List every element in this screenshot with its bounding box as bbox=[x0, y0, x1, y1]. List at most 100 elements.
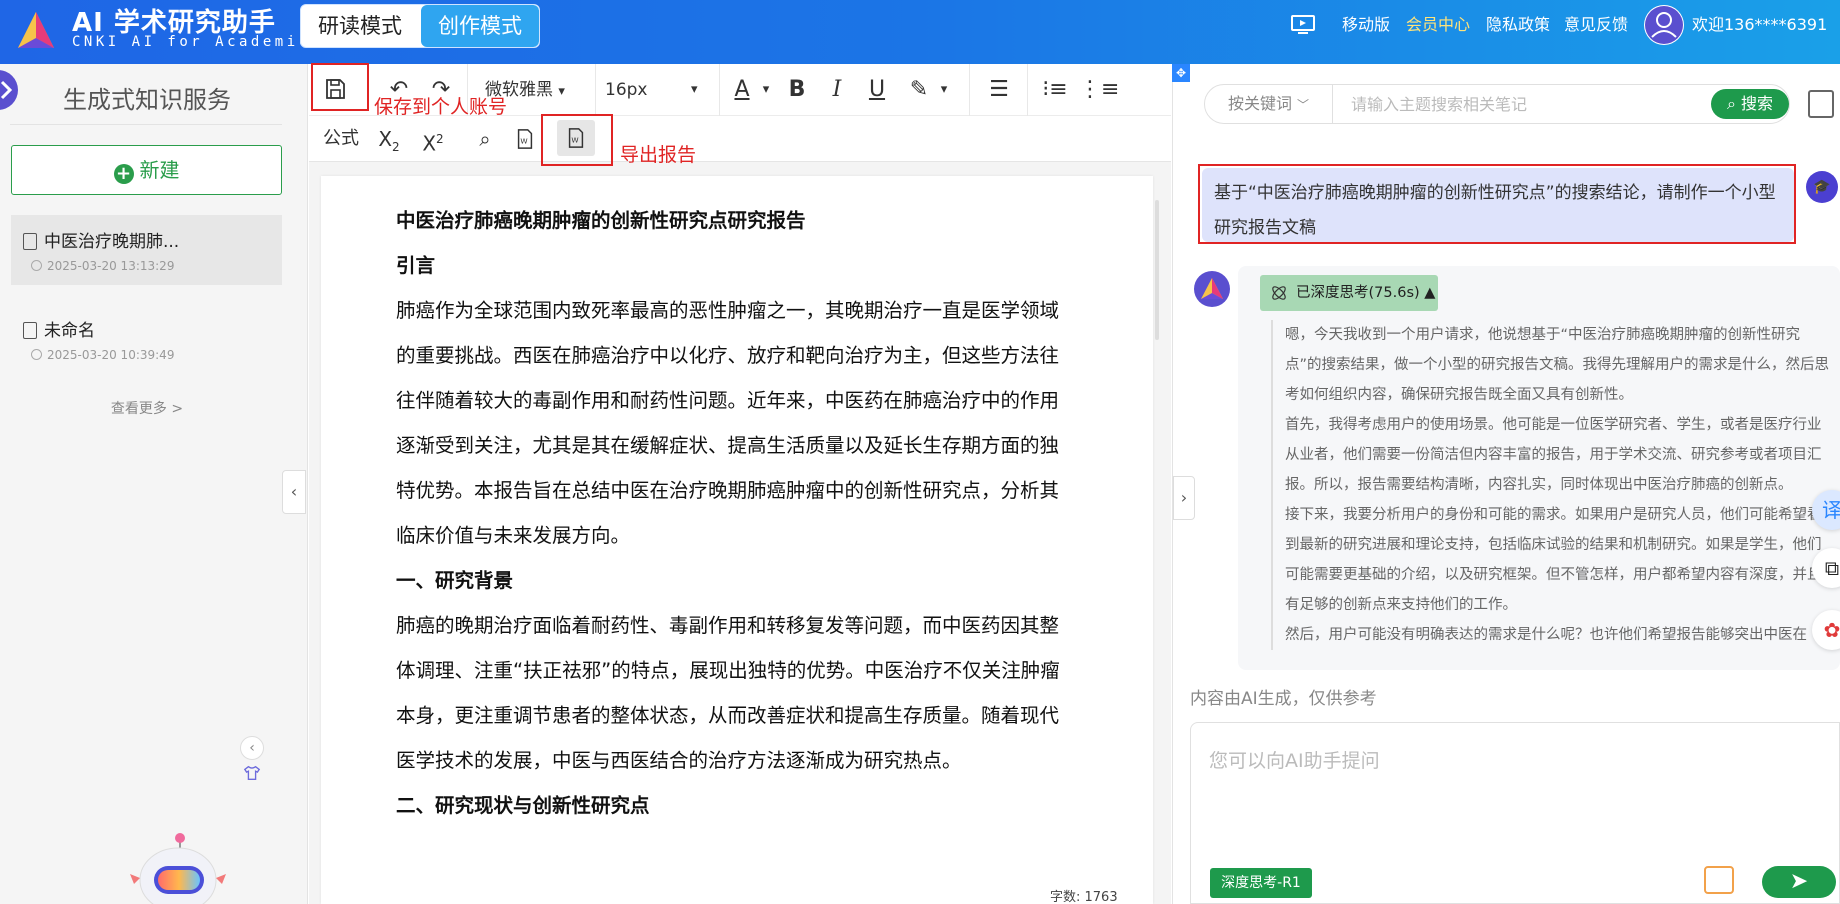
user-welcome-menu[interactable]: 欢迎136****6391 ▾ bbox=[1692, 0, 1840, 84]
assistant-avatar-icon bbox=[1194, 271, 1230, 307]
numbered-list-icon[interactable]: ⋮≡ bbox=[1079, 64, 1119, 116]
document-body[interactable]: 中医治疗肺癌晚期肿瘤的创新性研究点研究报告 引言 肺癌作为全球范围内致死率最高的… bbox=[396, 198, 1076, 828]
view-more-link[interactable]: 查看更多 > bbox=[0, 398, 294, 418]
keyword-select-value: 按关键词 bbox=[1227, 94, 1292, 113]
move-handle-icon[interactable]: ✥ bbox=[1172, 64, 1190, 82]
bullet-list-icon[interactable]: ⁝≡ bbox=[1037, 64, 1073, 116]
subscript-icon[interactable]: X2 bbox=[373, 116, 405, 162]
formula-button[interactable]: 公式 bbox=[319, 116, 363, 162]
toolbar-row-2: 公式 X2 X2 ⌕ W W bbox=[309, 116, 1171, 162]
chevron-down-icon: ﹀ bbox=[1297, 98, 1310, 112]
paragraph: 肺癌的晚期治疗面临着耐药性、毒副作用和转移复发等问题，而中医药因其整体调理、注重… bbox=[396, 614, 1060, 772]
robot-assistant-icon[interactable] bbox=[128, 830, 228, 904]
chevron-down-icon[interactable]: ▾ bbox=[935, 64, 953, 116]
toolbox-icon[interactable] bbox=[1704, 866, 1734, 894]
sidebar-collapse-button[interactable]: ‹ bbox=[282, 470, 306, 514]
doc-title: 中医治疗晚期肺... bbox=[44, 232, 180, 252]
nav-mobile[interactable]: 移动版 bbox=[1342, 0, 1390, 50]
search-input[interactable] bbox=[1351, 85, 1641, 123]
export-highlight-box bbox=[541, 114, 613, 166]
chevron-down-icon[interactable]: ▾ bbox=[757, 64, 775, 116]
note-search-bar: 按关键词 ﹀ ⌕ 搜索 bbox=[1204, 84, 1790, 124]
sidebar-title: 生成式知识服务 bbox=[63, 86, 231, 114]
section-heading: 二、研究现状与创新性研究点 bbox=[396, 794, 650, 817]
search-keyword-select[interactable]: 按关键词 ﹀ bbox=[1205, 85, 1333, 123]
plus-icon: + bbox=[113, 164, 134, 184]
app-subtitle: CNKI AI for Academic bbox=[72, 34, 311, 50]
cnki-logo-icon bbox=[18, 12, 54, 48]
document-icon bbox=[23, 233, 37, 250]
section-heading: 引言 bbox=[396, 254, 436, 277]
doc-list-item[interactable]: 未命名 2025-03-20 10:39:49 bbox=[11, 304, 282, 374]
svg-text:W: W bbox=[520, 137, 527, 146]
nav-privacy[interactable]: 隐私政策 bbox=[1486, 0, 1550, 50]
section-heading: 一、研究背景 bbox=[396, 569, 514, 592]
mode-switch: 研读模式 创作模式 bbox=[300, 4, 540, 48]
reasoning-paragraph: 接下来，我要分析用户的身份和可能的需求。如果用户是研究人员，他们可能希望看到最新… bbox=[1285, 507, 1822, 613]
deep-think-toggle[interactable]: 深度思考-R1 bbox=[1210, 868, 1312, 898]
document-icon bbox=[23, 322, 37, 339]
search-button[interactable]: ⌕ 搜索 bbox=[1711, 89, 1789, 119]
send-icon: ➤ bbox=[1789, 869, 1809, 894]
word-count: 字数: 1763 bbox=[1050, 890, 1118, 904]
word-import-icon[interactable]: W bbox=[509, 116, 541, 162]
reasoning-paragraph: 然后，用户可能没有明确表达的需求是什么呢？也许他们希望报告能够突出中医在 bbox=[1285, 627, 1807, 643]
toolbar-separator bbox=[595, 64, 596, 116]
sidebar-divider bbox=[10, 124, 282, 125]
user-icon bbox=[1645, 6, 1683, 44]
sidebar: 生成式知识服务 + 新建 中医治疗晚期肺... 2025-03-20 13:13:… bbox=[0, 64, 308, 904]
highlight-icon[interactable]: ✎ bbox=[901, 64, 937, 116]
mode-read-button[interactable]: 研读模式 bbox=[301, 5, 419, 47]
italic-icon[interactable]: I bbox=[819, 64, 855, 116]
nav-feedback[interactable]: 意见反馈 bbox=[1564, 0, 1628, 50]
reasoning-paragraph: 嗯，今天我收到一个用户请求，他说想基于“中医治疗肺癌晚期肿瘤的创新性研究点”的搜… bbox=[1285, 327, 1830, 403]
new-doc-label: 新建 bbox=[139, 158, 180, 182]
doc-time: 2025-03-20 13:13:29 bbox=[47, 259, 175, 273]
toolbar-separator bbox=[719, 64, 720, 116]
chevron-left-icon[interactable]: ‹ bbox=[240, 736, 264, 760]
shirt-icon[interactable] bbox=[240, 764, 264, 788]
document-title: 中医治疗肺癌晚期肿瘤的创新性研究点研究报告 bbox=[396, 209, 806, 232]
send-button[interactable]: ➤ bbox=[1762, 866, 1836, 898]
new-doc-button[interactable]: + 新建 bbox=[11, 145, 282, 195]
nav-member-center[interactable]: 会员中心 bbox=[1406, 0, 1470, 50]
reasoning-paragraph: 首先，我得考虑用户的使用场景。他可能是一位医学研究者、学生，或者是医疗行业从业者… bbox=[1285, 417, 1822, 493]
superscript-icon[interactable]: X2 bbox=[417, 116, 449, 162]
reasoning-text: 嗯，今天我收到一个用户请求，他说想基于“中医治疗肺癌晚期肿瘤的创新性研究点”的搜… bbox=[1271, 320, 1831, 650]
search-icon[interactable]: ⌕ bbox=[469, 116, 501, 162]
reasoning-toggle[interactable]: 已深度思考(75.6s) ▲ bbox=[1260, 275, 1438, 311]
export-annotation: 导出报告 bbox=[620, 144, 697, 166]
reasoning-panel: 已深度思考(75.6s) ▲ 嗯，今天我收到一个用户请求，他说想基于“中医治疗肺… bbox=[1238, 266, 1840, 670]
toolbar-separator bbox=[969, 64, 970, 116]
user-avatar[interactable] bbox=[1644, 5, 1684, 45]
message-highlight-box bbox=[1198, 164, 1796, 244]
doc-title: 未命名 bbox=[44, 321, 95, 341]
ask-input[interactable] bbox=[1209, 741, 1769, 781]
graduation-cap-icon: 🎓 bbox=[1806, 171, 1838, 203]
paragraph: 肺癌作为全球范围内致死率最高的恶性肿瘤之一，其晚期治疗一直是医学领域的重要挑战。… bbox=[396, 299, 1060, 547]
monitor-icon[interactable] bbox=[1290, 14, 1316, 36]
chevron-down-icon: ▾ bbox=[558, 84, 565, 99]
mode-create-button[interactable]: 创作模式 bbox=[421, 5, 539, 47]
assistant-collapse-button[interactable]: › bbox=[1173, 476, 1195, 520]
clock-icon bbox=[31, 260, 42, 271]
editor-panel: ↶ ↷ 微软雅黑 ▾ 16px ▾ A ▾ B I U ✎ ▾ ☰ ⁝≡ ⋮≡ … bbox=[309, 64, 1171, 904]
search-icon: ⌕ bbox=[1726, 94, 1736, 113]
bold-icon[interactable]: B bbox=[779, 64, 815, 116]
align-left-icon[interactable]: ☰ bbox=[981, 64, 1017, 116]
font-size-select[interactable]: 16px ▾ bbox=[605, 64, 709, 116]
underline-icon[interactable]: U bbox=[859, 64, 895, 116]
font-color-icon[interactable]: A bbox=[725, 64, 759, 116]
doc-time: 2025-03-20 10:39:49 bbox=[47, 348, 175, 362]
save-annotation: 保存到个人账号 bbox=[374, 96, 508, 118]
editor-scrollbar[interactable] bbox=[1155, 200, 1159, 340]
clock-icon bbox=[31, 349, 42, 360]
reasoning-label: 已深度思考(75.6s) ▲ bbox=[1296, 285, 1436, 301]
search-button-label: 搜索 bbox=[1741, 94, 1774, 113]
document-page[interactable]: 中医治疗肺癌晚期肿瘤的创新性研究点研究报告 引言 肺癌作为全球范围内致死率最高的… bbox=[321, 176, 1153, 904]
font-size-value: 16px bbox=[605, 80, 648, 100]
notes-icon[interactable] bbox=[1808, 90, 1834, 118]
doc-list-item[interactable]: 中医治疗晚期肺... 2025-03-20 13:13:29 bbox=[11, 215, 282, 285]
chevron-down-icon: ▾ bbox=[691, 82, 698, 97]
ai-disclaimer: 内容由AI生成，仅供参考 bbox=[1190, 689, 1377, 709]
